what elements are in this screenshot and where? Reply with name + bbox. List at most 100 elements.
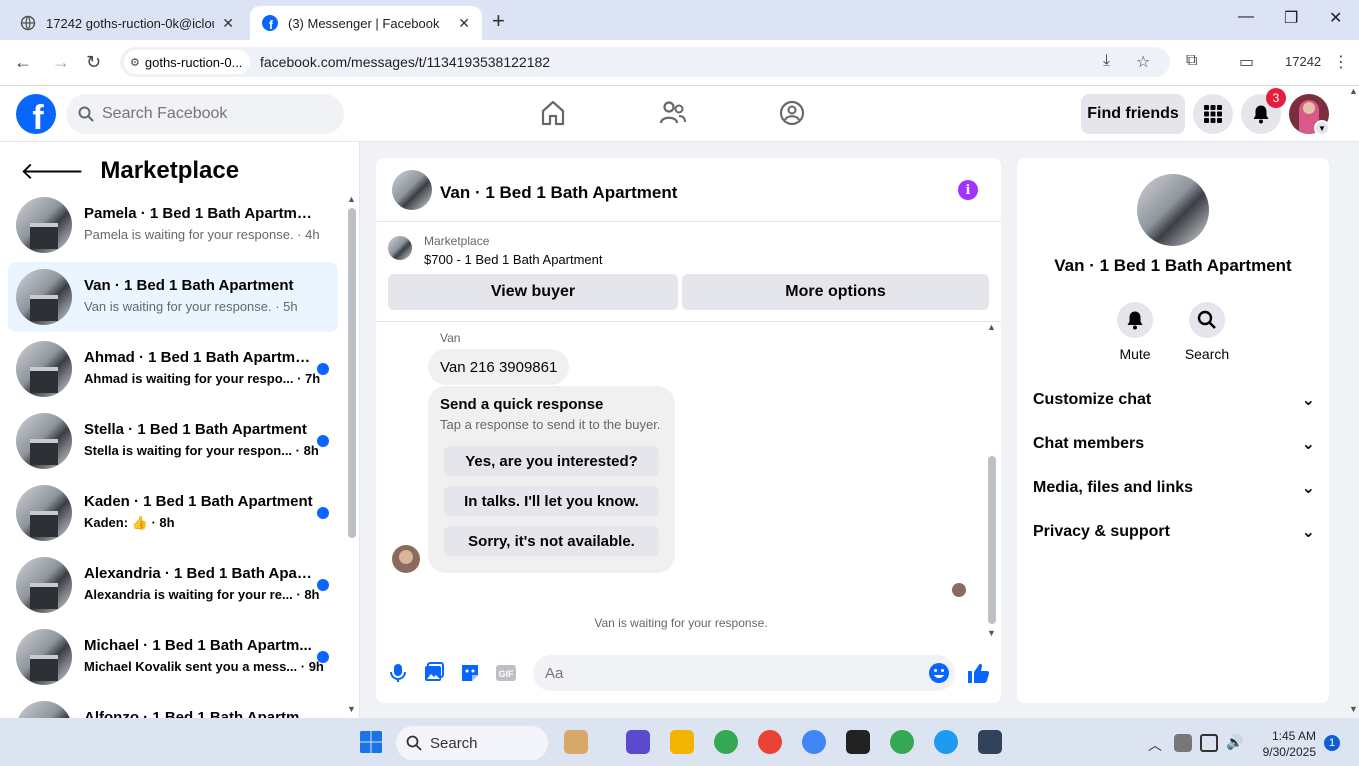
search-in-chat-button[interactable]: Search bbox=[1177, 302, 1237, 362]
sync-icon[interactable] bbox=[1174, 734, 1192, 752]
conversation-item[interactable]: Pamela · 1 Bed 1 Bath Apartment Pamela i… bbox=[8, 190, 338, 260]
listing-thumbnail bbox=[16, 701, 72, 718]
chat-details-panel: Van · 1 Bed 1 Bath Apartment Mute Search… bbox=[1017, 158, 1329, 703]
mute-button[interactable]: Mute bbox=[1105, 302, 1165, 362]
quick-reply-button[interactable]: Sorry, it's not available. bbox=[444, 526, 659, 556]
facebook-logo-icon[interactable]: f bbox=[16, 94, 56, 134]
chrome-icon[interactable] bbox=[714, 730, 738, 754]
new-tab-icon[interactable]: + bbox=[492, 8, 505, 34]
volume-icon[interactable]: 🔊 bbox=[1226, 734, 1244, 752]
conversation-item[interactable]: Kaden · 1 Bed 1 Bath Apartment Kaden: 👍 … bbox=[8, 478, 338, 548]
message-input-box[interactable] bbox=[533, 655, 955, 691]
conversation-item[interactable]: Stella · 1 Bed 1 Bath Apartment Stella i… bbox=[8, 406, 338, 476]
like-thumb-icon[interactable] bbox=[966, 661, 990, 685]
reload-icon[interactable]: ↻ bbox=[86, 52, 101, 73]
chat-profile-avatar[interactable] bbox=[1137, 174, 1209, 246]
chevron-down-icon: ⌄ bbox=[1301, 436, 1315, 453]
close-tab-icon[interactable]: ✕ bbox=[458, 15, 470, 32]
conversation-item[interactable]: Alexandria · 1 Bed 1 Bath Apart... Alexa… bbox=[8, 550, 338, 620]
privacy-support-row[interactable]: Privacy & support ⌄ bbox=[1033, 520, 1315, 544]
chrome-icon[interactable] bbox=[890, 730, 914, 754]
sender-avatar[interactable] bbox=[392, 545, 420, 573]
photo-icon[interactable] bbox=[422, 661, 446, 685]
home-icon[interactable] bbox=[538, 98, 568, 128]
scroll-up-icon[interactable]: ▲ bbox=[1349, 86, 1358, 96]
media-files-links-row[interactable]: Media, files and links ⌄ bbox=[1033, 476, 1315, 500]
quick-reply-button[interactable]: Yes, are you interested? bbox=[444, 446, 659, 476]
scrollbar-thumb[interactable] bbox=[988, 456, 996, 624]
taskbar-app-icon[interactable] bbox=[846, 730, 870, 754]
chat-title[interactable]: Van · 1 Bed 1 Bath Apartment bbox=[440, 183, 677, 203]
conversation-list-scrollbar[interactable]: ▲ ▼ bbox=[346, 194, 358, 716]
info-icon[interactable]: i bbox=[958, 180, 978, 200]
conversation-item[interactable]: Alfonzo · 1 Bed 1 Bath Apartm... bbox=[8, 694, 338, 718]
chrome-icon[interactable] bbox=[802, 730, 826, 754]
bookmark-star-icon[interactable]: ☆ bbox=[1136, 52, 1150, 72]
close-window-icon[interactable]: ✕ bbox=[1329, 8, 1342, 28]
chat-avatar[interactable] bbox=[392, 170, 432, 210]
back-icon[interactable]: ← bbox=[14, 52, 32, 73]
tab-title: 17242 goths-ruction-0k@icloud bbox=[46, 15, 215, 31]
conversation-name: Ahmad · 1 Bed 1 Bath Apartment bbox=[84, 349, 314, 366]
menu-grid-button[interactable] bbox=[1193, 94, 1233, 134]
network-icon[interactable] bbox=[1200, 734, 1218, 752]
file-explorer-icon[interactable] bbox=[670, 730, 694, 754]
scrollbar-thumb[interactable] bbox=[348, 208, 356, 538]
browser-menu-icon[interactable]: ⋮ bbox=[1333, 52, 1349, 72]
windows-start-icon[interactable] bbox=[359, 730, 383, 754]
minimize-icon[interactable]: — bbox=[1238, 8, 1254, 26]
teams-meet-icon[interactable] bbox=[626, 730, 650, 754]
message-input[interactable] bbox=[545, 664, 905, 682]
conversation-item[interactable]: Ahmad · 1 Bed 1 Bath Apartment Ahmad is … bbox=[8, 334, 338, 404]
chevron-up-icon[interactable]: ︿ bbox=[1148, 735, 1164, 753]
message-bubble[interactable]: Van 216 3909861 bbox=[428, 349, 570, 385]
extensions-icon[interactable]: ⧉ bbox=[1186, 52, 1197, 70]
taskbar-app-icon[interactable] bbox=[934, 730, 958, 754]
more-options-button[interactable]: More options bbox=[682, 274, 989, 310]
chrome-icon[interactable] bbox=[758, 730, 782, 754]
listing-banner: Marketplace $700 - 1 Bed 1 Bath Apartmen… bbox=[376, 222, 1001, 322]
taskbar-app-icon[interactable] bbox=[564, 730, 588, 754]
scroll-down-icon[interactable]: ▼ bbox=[347, 704, 356, 714]
conversation-preview: Pamela is waiting for your response. · 4… bbox=[84, 227, 320, 242]
system-clock[interactable]: 1:45 AM 9/30/2025 bbox=[1260, 728, 1316, 760]
find-friends-button[interactable]: Find friends bbox=[1081, 94, 1185, 134]
search-input[interactable] bbox=[102, 105, 322, 123]
site-info-chip[interactable]: ⚙ goths-ruction-0... bbox=[124, 50, 250, 74]
taskbar-app-icon[interactable] bbox=[978, 730, 1002, 754]
emoji-icon[interactable] bbox=[927, 661, 951, 685]
browser-tab-messenger[interactable]: f (3) Messenger | Facebook ✕ bbox=[250, 6, 482, 40]
customize-chat-row[interactable]: Customize chat ⌄ bbox=[1033, 388, 1315, 412]
conversation-item[interactable]: Michael · 1 Bed 1 Bath Apartm... Michael… bbox=[8, 622, 338, 692]
microphone-icon[interactable] bbox=[386, 661, 410, 685]
chat-members-row[interactable]: Chat members ⌄ bbox=[1033, 432, 1315, 456]
groups-icon[interactable] bbox=[777, 98, 807, 128]
bell-icon bbox=[1253, 105, 1269, 124]
view-buyer-button[interactable]: View buyer bbox=[388, 274, 678, 310]
notification-badge[interactable]: 1 bbox=[1324, 735, 1340, 751]
chat-scrollbar[interactable]: ▲ ▼ bbox=[986, 322, 998, 640]
close-tab-icon[interactable]: ✕ bbox=[222, 15, 234, 32]
maximize-icon[interactable]: ❐ bbox=[1284, 8, 1298, 28]
quick-reply-button[interactable]: In talks. I'll let you know. bbox=[444, 486, 659, 516]
scroll-up-icon[interactable]: ▲ bbox=[987, 322, 996, 332]
install-app-icon[interactable]: ⤓ bbox=[1103, 52, 1110, 70]
forward-icon[interactable]: → bbox=[52, 52, 70, 73]
sticker-icon[interactable] bbox=[458, 661, 482, 685]
url-text[interactable]: facebook.com/messages/t/1134193538122182 bbox=[260, 54, 550, 70]
listing-price[interactable]: $700 - 1 Bed 1 Bath Apartment bbox=[424, 252, 603, 267]
conversation-item-selected[interactable]: Van · 1 Bed 1 Bath Apartment Van is wait… bbox=[8, 262, 338, 332]
page-scrollbar[interactable]: ▲ ▼ bbox=[1347, 86, 1359, 718]
scroll-down-icon[interactable]: ▼ bbox=[987, 628, 996, 638]
facebook-search[interactable] bbox=[66, 94, 344, 134]
scroll-down-icon[interactable]: ▼ bbox=[1349, 704, 1358, 714]
taskbar-search[interactable]: Search bbox=[396, 726, 548, 760]
friends-icon[interactable] bbox=[658, 98, 688, 128]
account-caret-icon[interactable]: ▼ bbox=[1314, 120, 1330, 136]
scroll-up-icon[interactable]: ▲ bbox=[347, 194, 356, 204]
back-arrow-icon[interactable]: 🡐 bbox=[20, 156, 84, 186]
browser-profile[interactable]: 17242 bbox=[1285, 54, 1321, 69]
browser-tab-icloud[interactable]: 17242 goths-ruction-0k@icloud ✕ bbox=[8, 6, 246, 40]
tab-search-icon[interactable]: ▭ bbox=[1239, 52, 1254, 72]
gif-icon[interactable]: GIF bbox=[494, 661, 518, 685]
